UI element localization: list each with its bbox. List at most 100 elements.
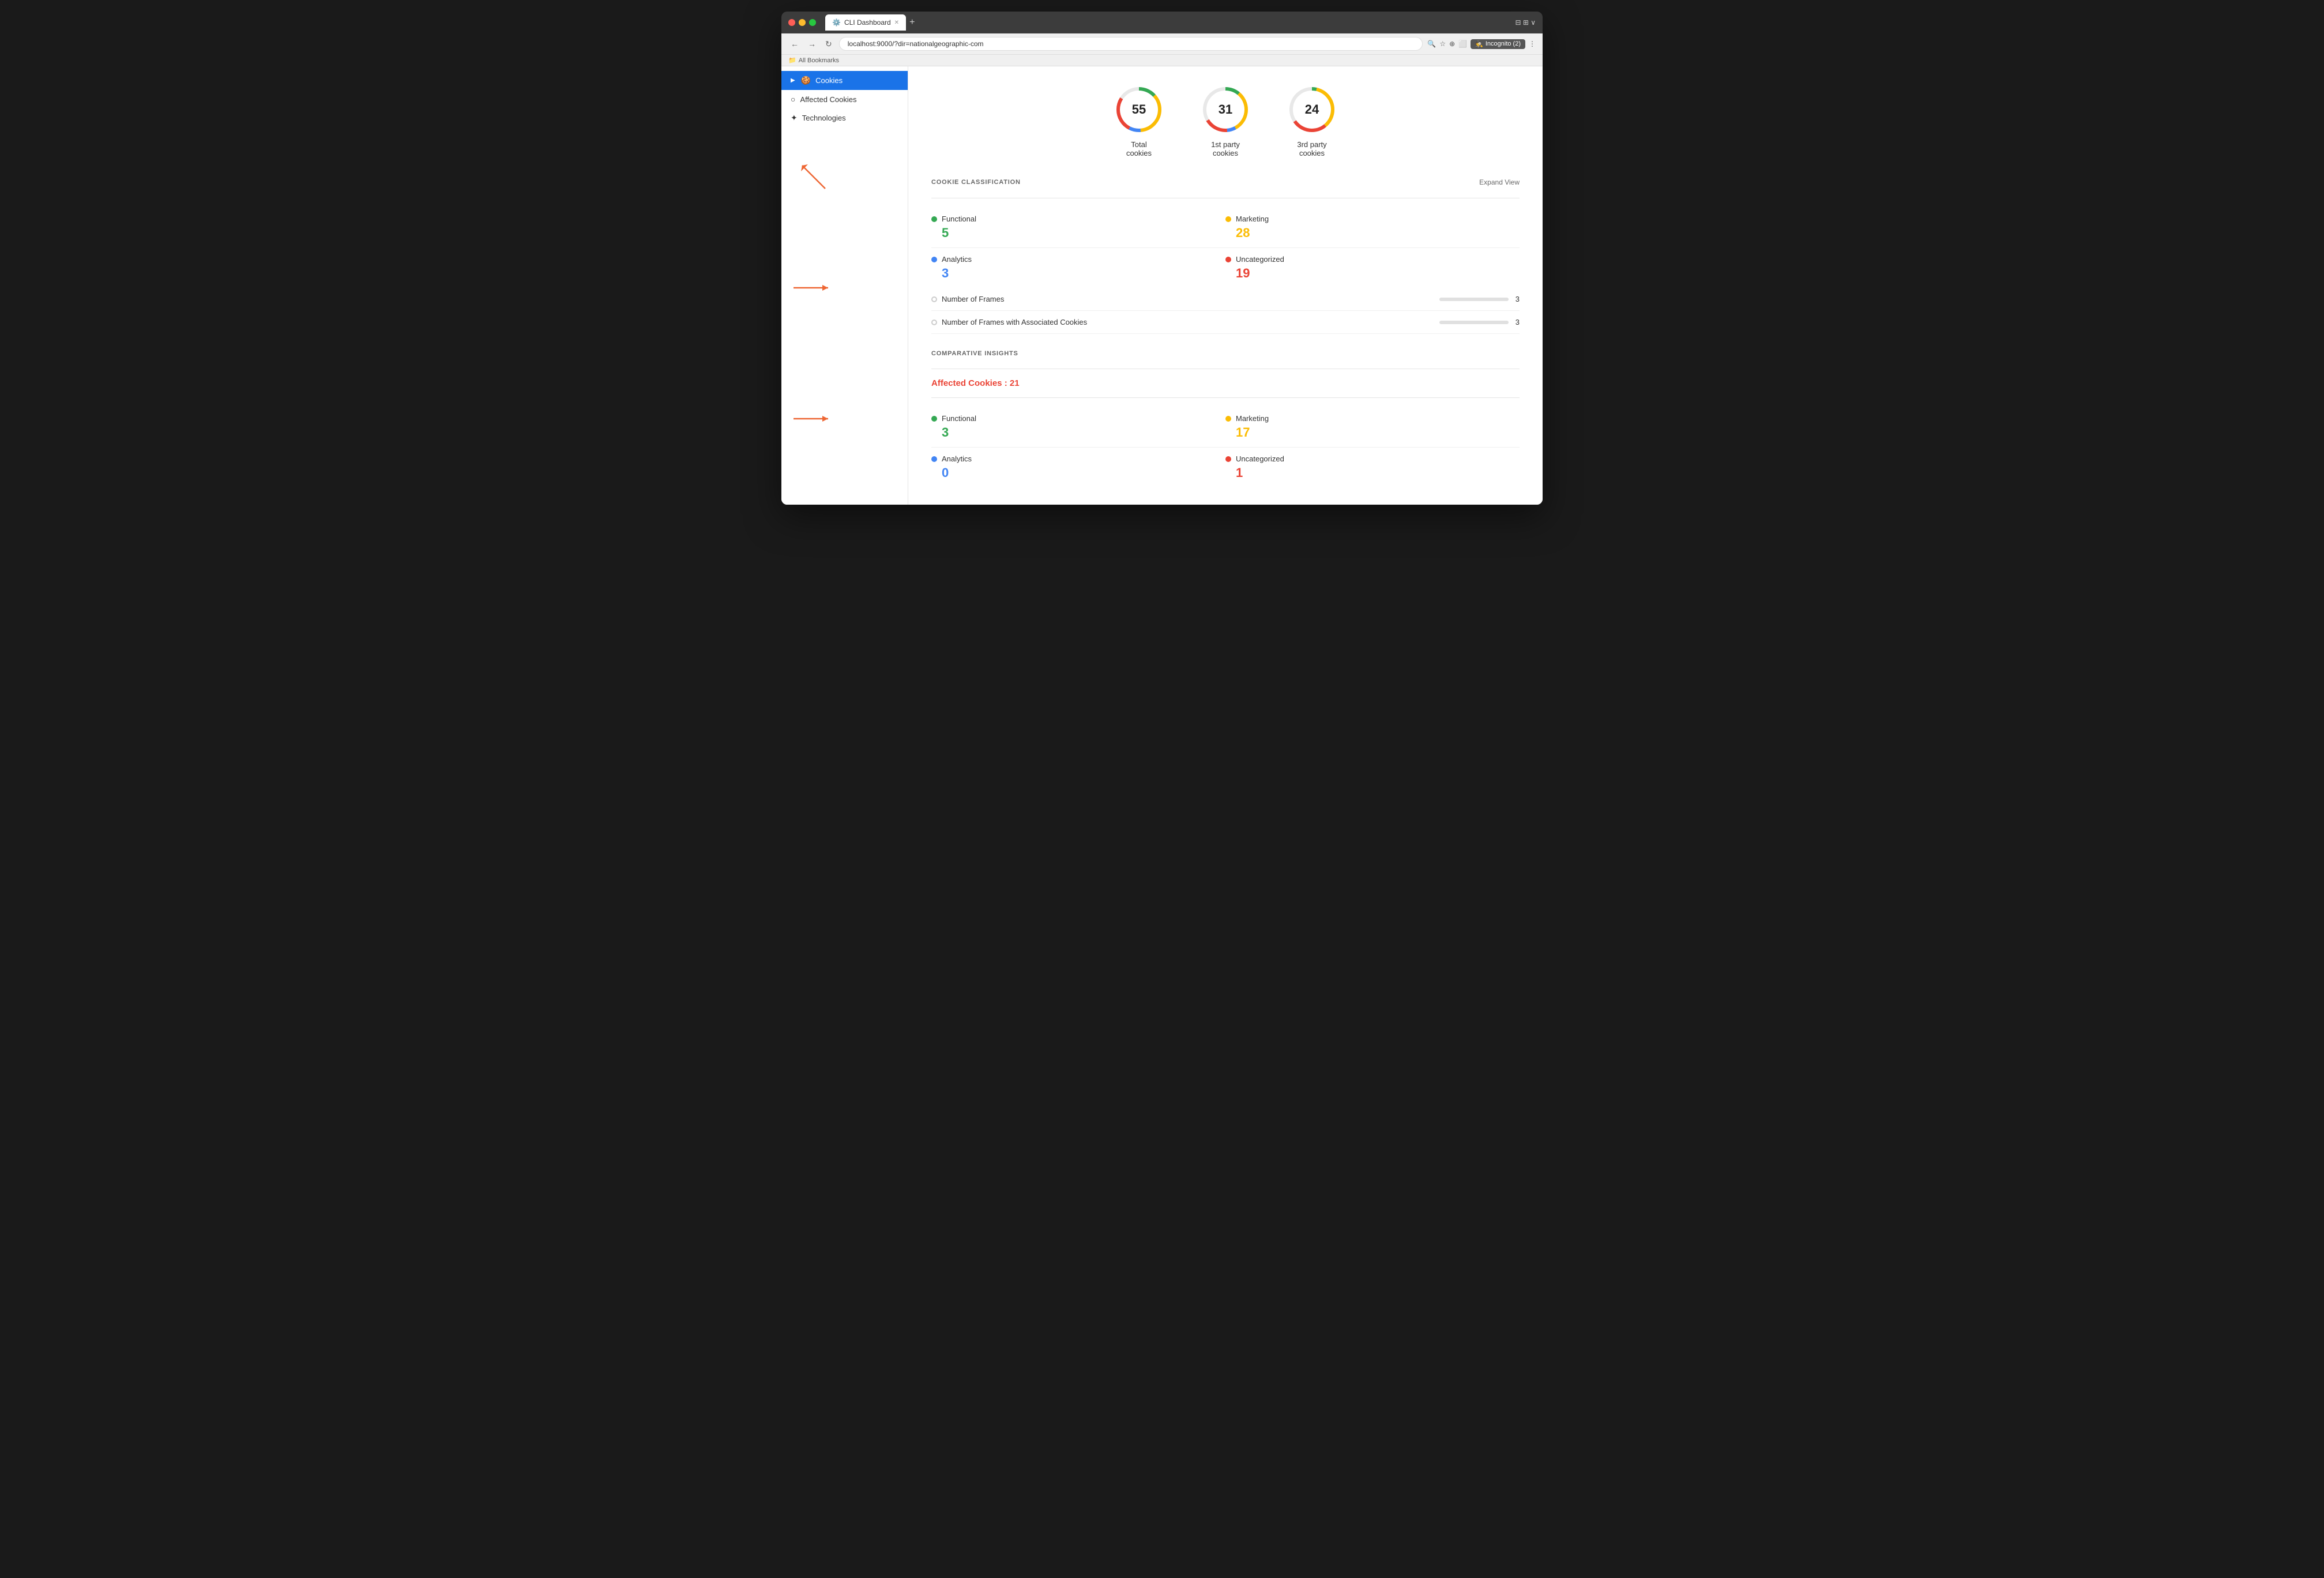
stat-third-party: 24 3rd party cookies [1286,84,1338,157]
comparative-grid: Functional 3 Marketing 17 [931,407,1520,487]
comp-analytics-dot [931,456,937,462]
active-tab[interactable]: ⚙️ CLI Dashboard ✕ [825,14,906,31]
tab-title: CLI Dashboard [844,18,891,27]
frames-bar [1439,298,1509,301]
comp-marketing-dot [1225,416,1231,422]
stat-total-cookies: 55 Total cookies [1113,84,1165,157]
functional-value: 5 [942,226,1225,241]
frames-cookies-bar [1439,321,1509,324]
comparative-section: COMPARATIVE INSIGHTS Affected Cookies : … [931,350,1520,487]
tab-close-icon[interactable]: ✕ [894,20,899,26]
classification-marketing: Marketing 28 [1225,208,1520,248]
uncategorized-value: 19 [1236,266,1520,281]
bookmarks-folder-icon: 📁 [788,57,796,64]
bookmark-icon[interactable]: ☆ [1439,40,1446,48]
tablet-icon[interactable]: ⬜ [1458,40,1467,48]
menu-icon[interactable]: ⋮ [1529,40,1536,48]
extension-icon[interactable]: ⊕ [1449,40,1455,48]
reload-button[interactable]: ↻ [823,38,834,50]
frames-row: Number of Frames 3 [931,288,1520,311]
expand-view-button[interactable]: Expand View [1479,178,1520,186]
zoom-icon: 🔍 [1427,40,1436,48]
analytics-dot [931,257,937,262]
new-tab-button[interactable]: + [909,17,915,28]
address-bar[interactable]: localhost:9000/?dir=nationalgeographic-c… [839,37,1423,51]
donut-third-party: 24 [1286,84,1338,136]
comp-functional-dot [931,416,937,422]
bookmarks-bar: 📁 All Bookmarks [781,55,1543,66]
browser-toolbar: ← → ↻ localhost:9000/?dir=nationalgeogra… [781,33,1543,55]
marketing-dot [1225,216,1231,222]
affected-cookies-icon: ○ [791,95,795,104]
affected-divider [931,397,1520,398]
window-controls: ⊟ ⊞ ∨ [1515,18,1536,27]
classification-title: COOKIE CLASSIFICATION [931,179,1021,186]
analytics-value: 3 [942,266,1225,281]
frames-with-cookies-label: Number of Frames with Associated Cookies [931,318,1439,326]
marketing-value: 28 [1236,226,1520,241]
comp-analytics-value: 0 [942,465,1225,480]
browser-titlebar: ⚙️ CLI Dashboard ✕ + ⊟ ⊞ ∨ [781,12,1543,33]
arrow-right-decoration-2 [791,410,837,427]
sidebar: ▶ 🍪 Cookies ○ Affected Cookies ✦ Technol… [781,66,908,505]
sidebar-item-affected-cookies[interactable]: ○ Affected Cookies [781,90,908,108]
analytics-label: Analytics [942,255,972,264]
minimize-button[interactable] [799,19,806,26]
incognito-badge: 🕵️ Incognito (2) [1471,39,1525,49]
comp-functional-label: Functional [942,414,976,423]
frames-label: Number of Frames [931,295,1439,303]
browser-window: ⚙️ CLI Dashboard ✕ + ⊟ ⊞ ∨ ← → ↻ localho… [781,12,1543,505]
classification-section-header: COOKIE CLASSIFICATION Expand View [931,178,1520,186]
arrow-up-decoration [791,154,837,200]
app-layout: ▶ 🍪 Cookies ○ Affected Cookies ✦ Technol… [781,66,1543,505]
total-cookies-title: Total cookies [1126,140,1152,157]
donut-first-party: 31 [1199,84,1251,136]
uncategorized-label: Uncategorized [1236,255,1284,264]
affected-label: Affected Cookies : 21 [931,378,1520,388]
classification-uncategorized: Uncategorized 19 [1225,248,1520,288]
total-cookies-value: 55 [1132,102,1146,117]
sidebar-item-technologies[interactable]: ✦ Technologies [781,108,908,127]
url-text: localhost:9000/?dir=nationalgeographic-c… [848,40,984,48]
functional-label: Functional [942,215,976,223]
third-party-title: 3rd party cookies [1297,140,1326,157]
classification-grid: Functional 5 Marketing 28 Analytics [931,208,1520,288]
frames-cookies-value: 3 [1516,318,1520,326]
tab-favicon: ⚙️ [832,18,841,27]
third-party-value: 24 [1305,102,1319,117]
uncategorized-dot [1225,257,1231,262]
frames-text: Number of Frames [942,295,1004,303]
comp-uncategorized-dot [1225,456,1231,462]
sidebar-item-cookies[interactable]: ▶ 🍪 Cookies [781,71,908,90]
sidebar-item-affected-label: Affected Cookies [800,95,856,104]
marketing-label: Marketing [1236,215,1269,223]
traffic-lights [788,19,816,26]
close-button[interactable] [788,19,795,26]
comp-functional: Functional 3 [931,407,1225,448]
functional-dot [931,216,937,222]
comp-marketing: Marketing 17 [1225,407,1520,448]
classification-functional: Functional 5 [931,208,1225,248]
forward-button[interactable]: → [806,38,818,50]
back-button[interactable]: ← [788,38,801,50]
comp-analytics-label: Analytics [942,454,972,463]
frames-cookies-dot [931,320,937,325]
comparative-title: COMPARATIVE INSIGHTS [931,350,1018,357]
bookmarks-label: All Bookmarks [799,57,839,64]
donut-total: 55 [1113,84,1165,136]
frames-value: 3 [1516,295,1520,303]
first-party-value: 31 [1219,102,1232,117]
tab-bar: ⚙️ CLI Dashboard ✕ + [825,14,1510,31]
fullscreen-button[interactable] [809,19,816,26]
frames-with-cookies-row: Number of Frames with Associated Cookies… [931,311,1520,334]
frames-cookies-text: Number of Frames with Associated Cookies [942,318,1087,326]
frames-dot [931,296,937,302]
sidebar-item-technologies-label: Technologies [802,114,846,122]
comp-marketing-label: Marketing [1236,414,1269,423]
sidebar-item-cookies-label: Cookies [815,76,843,85]
comp-uncategorized: Uncategorized 1 [1225,448,1520,487]
comparative-header: COMPARATIVE INSIGHTS [931,350,1520,357]
main-content: 55 Total cookies 31 [908,66,1543,505]
comp-marketing-value: 17 [1236,425,1520,440]
stat-first-party: 31 1st party cookies [1199,84,1251,157]
